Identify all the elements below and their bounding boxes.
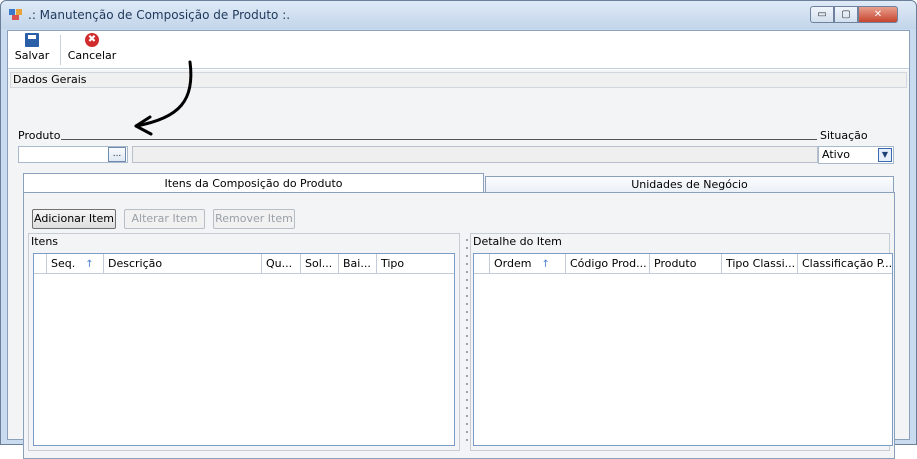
detalhe-pane-title: Detalhe do Item bbox=[473, 235, 562, 248]
col-tipo-classificacao[interactable]: Tipo Classi... bbox=[722, 254, 798, 274]
col-classificacao-produto[interactable]: Classificação P... bbox=[798, 254, 892, 274]
toolbar-separator bbox=[60, 35, 61, 65]
itens-grid[interactable]: Seq. ↑ Descrição Qu... Sol... Bai... Tipo bbox=[33, 253, 455, 446]
tab-itens-composicao[interactable]: Itens da Composição do Produto bbox=[23, 173, 484, 193]
produto-label: Produto bbox=[18, 129, 61, 142]
col-sol[interactable]: Sol... bbox=[301, 254, 339, 274]
client-area: Salvar ✖ Cancelar Dados Gerais Produto .… bbox=[7, 30, 910, 459]
app-window: .: Manutenção de Composição de Produto :… bbox=[0, 0, 917, 459]
save-icon bbox=[25, 33, 39, 47]
itens-pane-title: Itens bbox=[31, 235, 59, 248]
sort-up-icon: ↑ bbox=[85, 259, 94, 270]
cancel-icon: ✖ bbox=[85, 33, 99, 47]
add-item-button[interactable]: Adicionar Item bbox=[32, 209, 116, 229]
produto-description-field bbox=[132, 146, 818, 163]
edit-item-button[interactable]: Alterar Item bbox=[124, 209, 205, 229]
row-header-corner bbox=[474, 254, 490, 274]
situacao-value: Ativo bbox=[822, 148, 850, 161]
maximize-button[interactable]: ▢ bbox=[834, 6, 858, 23]
col-seq[interactable]: Seq. ↑ bbox=[47, 254, 104, 274]
main-panel: Dados Gerais Produto ... Situação Ativo … bbox=[8, 70, 909, 459]
chevron-down-icon[interactable]: ▼ bbox=[878, 148, 892, 162]
save-button[interactable]: Salvar bbox=[10, 33, 54, 67]
toolbar: Salvar ✖ Cancelar bbox=[8, 31, 909, 69]
cancel-label: Cancelar bbox=[67, 49, 117, 62]
close-button[interactable]: ✕ bbox=[858, 6, 898, 23]
situacao-select[interactable]: Ativo ▼ bbox=[818, 146, 894, 164]
produto-lookup-button[interactable]: ... bbox=[108, 147, 126, 162]
col-ordem[interactable]: Ordem ↑ bbox=[490, 254, 566, 274]
sort-up-icon: ↑ bbox=[541, 259, 550, 270]
col-descricao[interactable]: Descrição bbox=[104, 254, 262, 274]
col-produto[interactable]: Produto bbox=[650, 254, 722, 274]
window-title: .: Manutenção de Composição de Produto :… bbox=[28, 8, 291, 22]
tab-content: Adicionar Item Alterar Item Remover Item… bbox=[23, 192, 895, 459]
detalhe-pane: Detalhe do Item Ordem ↑ Código Prod... Pr… bbox=[470, 233, 893, 451]
detalhe-grid[interactable]: Ordem ↑ Código Prod... Produto Tipo Class… bbox=[473, 253, 893, 446]
cancel-button[interactable]: ✖ Cancelar bbox=[66, 33, 118, 67]
minimize-button[interactable]: ▭ bbox=[810, 6, 834, 23]
itens-grid-header: Seq. ↑ Descrição Qu... Sol... Bai... Tipo bbox=[34, 254, 454, 274]
detalhe-grid-header: Ordem ↑ Código Prod... Produto Tipo Class… bbox=[474, 254, 892, 274]
itens-pane: Itens Seq. ↑ Descrição Qu... Sol... Bai..… bbox=[28, 233, 460, 451]
situacao-label: Situação bbox=[820, 129, 868, 142]
row-header-corner bbox=[34, 254, 47, 274]
col-codigo-produto[interactable]: Código Prod... bbox=[566, 254, 650, 274]
save-label: Salvar bbox=[14, 49, 50, 62]
col-bai[interactable]: Bai... bbox=[339, 254, 377, 274]
app-icon bbox=[9, 9, 23, 21]
window-controls: ▭ ▢ ✕ bbox=[810, 6, 898, 23]
remove-item-button[interactable]: Remover Item bbox=[213, 209, 295, 229]
tab-unidades-negocio[interactable]: Unidades de Negócio bbox=[485, 176, 894, 193]
col-tipo[interactable]: Tipo bbox=[377, 254, 454, 274]
title-bar[interactable]: .: Manutenção de Composição de Produto :… bbox=[1, 1, 916, 29]
col-quantidade[interactable]: Qu... bbox=[262, 254, 301, 274]
dados-gerais-header: Dados Gerais bbox=[10, 72, 907, 88]
produto-label-line bbox=[61, 139, 817, 140]
